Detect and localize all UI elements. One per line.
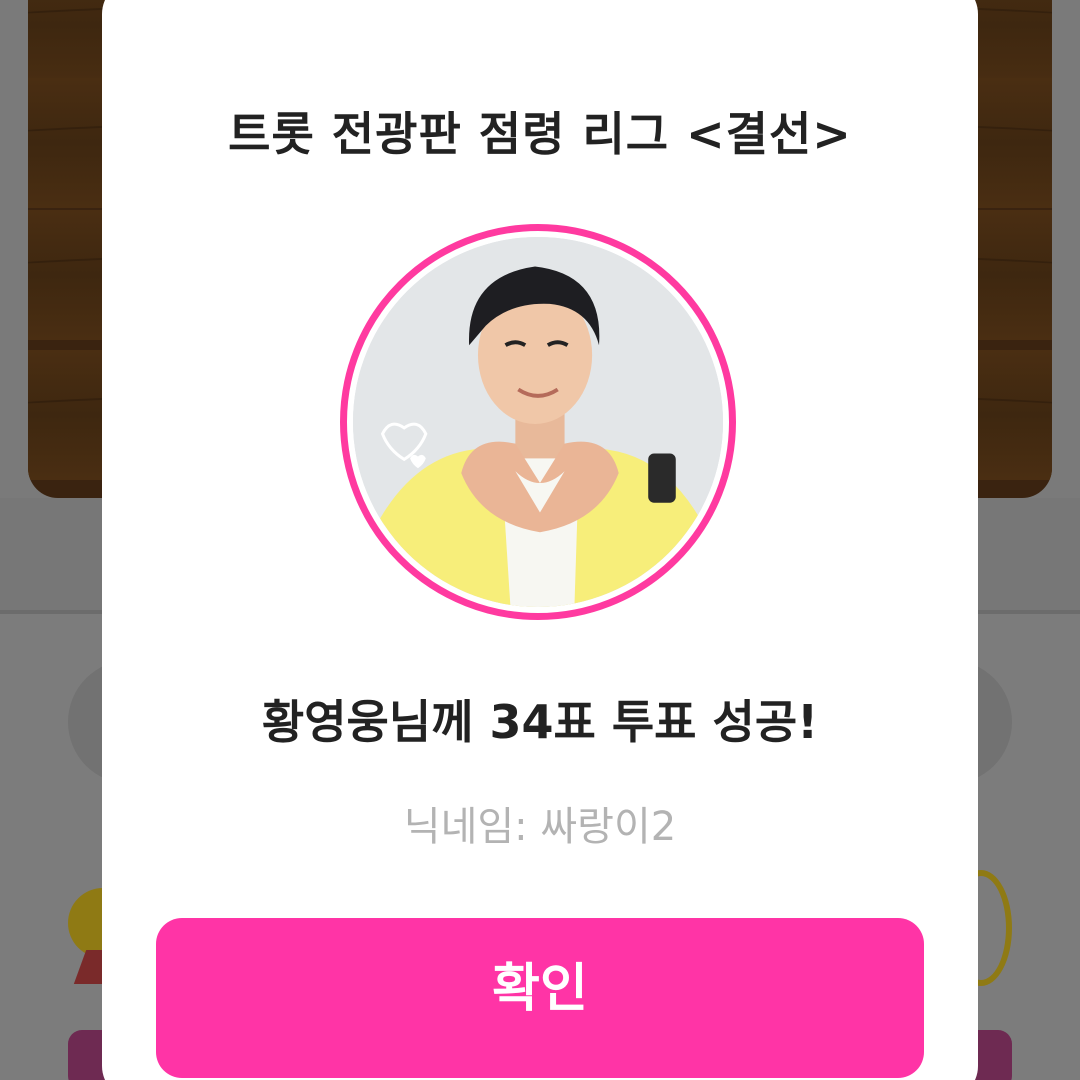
nickname-value: 싸랑이2	[540, 804, 677, 850]
avatar-ring	[340, 224, 736, 620]
nickname-line: 닉네임: 싸랑이2	[102, 794, 978, 852]
confirm-button[interactable]: 확인	[156, 918, 924, 1078]
vote-success-dialog: 트롯 전광판 점령 리그 <결선> 황영웅님께 34표 투표 성공! 닉네임: …	[102, 0, 978, 1080]
avatar	[353, 237, 723, 607]
nickname-label: 닉네임:	[403, 804, 528, 850]
dialog-title: 트롯 전광판 점령 리그 <결선>	[228, 107, 852, 161]
vote-success-message: 황영웅님께 34표 투표 성공!	[261, 695, 819, 749]
profile-photo-icon	[353, 237, 723, 607]
